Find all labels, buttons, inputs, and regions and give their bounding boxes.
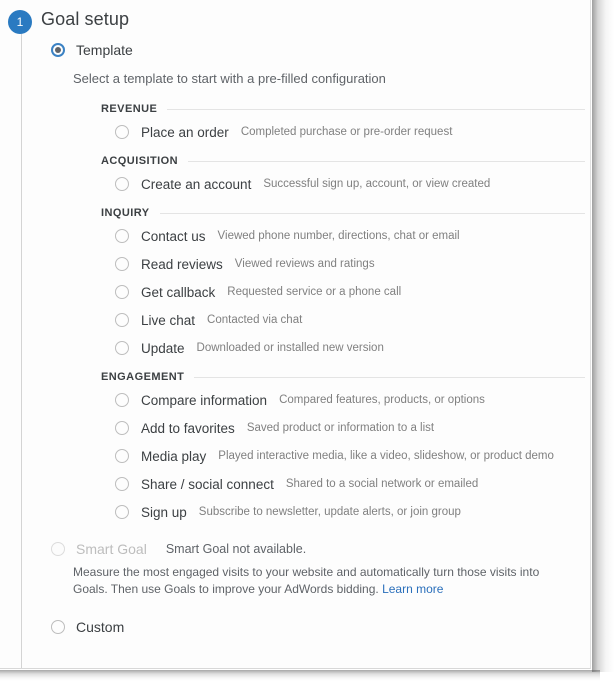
template-option-description: Successful sign up, account, or view cre… <box>263 178 491 190</box>
radio-template-option-icon[interactable] <box>115 421 129 435</box>
radio-template-option-icon[interactable] <box>115 229 129 243</box>
template-option-label: Compare information <box>141 392 268 408</box>
template-option-description: Shared to a social network or emailed <box>285 478 479 490</box>
template-option-row[interactable]: Add to favorites Saved product or informa… <box>101 414 585 442</box>
option-template-label: Template <box>76 42 133 58</box>
option-smart-goal: Smart Goal Smart Goal not available. <box>0 541 590 557</box>
section-divider <box>188 160 585 162</box>
template-option-label: Live chat <box>141 312 196 328</box>
template-option-label: Update <box>141 340 185 356</box>
smart-goal-description: Measure the most engaged visits to your … <box>0 564 590 598</box>
template-option-label: Sign up <box>141 504 187 520</box>
template-option-row[interactable]: Compare information Compared features, pr… <box>101 386 585 414</box>
template-option-label: Share / social connect <box>141 476 274 492</box>
template-group-name: ACQUISITION <box>101 155 179 167</box>
radio-template-option-icon[interactable] <box>115 393 129 407</box>
template-option-label: Media play <box>141 448 207 464</box>
radio-template-option-icon[interactable] <box>115 257 129 271</box>
goal-setup-screen: 1 Goal setup Template Select a template … <box>0 0 615 681</box>
template-option-row[interactable]: Place an order Completed purchase or pre-… <box>101 118 585 146</box>
custom-option-block: Custom <box>0 619 590 635</box>
template-group-header: REVENUE <box>101 100 585 118</box>
template-group-header: ENGAGEMENT <box>101 368 585 386</box>
template-option-row[interactable]: Get callback Requested service or a phone… <box>101 278 585 306</box>
template-option-row[interactable]: Media play Played interactive media, like… <box>101 442 585 470</box>
template-option-description: Compared features, products, or options <box>279 394 485 406</box>
template-option-label: Place an order <box>141 124 229 140</box>
template-option-row[interactable]: Sign up Subscribe to newsletter, update a… <box>101 498 585 526</box>
template-option-label: Create an account <box>141 176 252 192</box>
radio-template-option-icon[interactable] <box>115 125 129 139</box>
template-option-label: Add to favorites <box>141 420 235 436</box>
option-custom[interactable]: Custom <box>0 619 590 635</box>
section-divider <box>194 376 585 378</box>
template-option-row[interactable]: Contact us Viewed phone number, direction… <box>101 222 585 250</box>
template-option-label: Get callback <box>141 284 216 300</box>
template-option-row[interactable]: Share / social connect Shared to a social… <box>101 470 585 498</box>
template-option-description: Viewed phone number, directions, chat or… <box>217 230 460 242</box>
template-option-row[interactable]: Read reviews Viewed reviews and ratings <box>101 250 585 278</box>
section-divider <box>159 212 585 214</box>
goal-setup-card: 1 Goal setup Template Select a template … <box>0 0 591 669</box>
template-group-name: REVENUE <box>101 103 158 115</box>
template-option-description: Subscribe to newsletter, update alerts, … <box>198 506 461 518</box>
goal-setup-body: Template Select a template to start with… <box>0 42 590 635</box>
template-option-label: Contact us <box>141 228 206 244</box>
radio-template-option-icon[interactable] <box>115 285 129 299</box>
section-divider <box>167 108 585 110</box>
template-group: INQUIRY Contact us Viewed phone number, di… <box>101 204 585 362</box>
template-option-description: Completed purchase or pre-order request <box>240 126 453 138</box>
template-option-description: Downloaded or installed new version <box>196 342 384 354</box>
template-group: REVENUE Place an order Completed purchase … <box>101 100 585 146</box>
smart-goal-block: Smart Goal Smart Goal not available. Mea… <box>0 541 590 598</box>
template-option-row[interactable]: Update Downloaded or installed new versio… <box>101 334 585 362</box>
template-group-name: ENGAGEMENT <box>101 371 185 383</box>
template-option-description: Requested service or a phone call <box>227 286 402 298</box>
option-template[interactable]: Template <box>0 42 590 58</box>
page-title: Goal setup <box>41 9 130 29</box>
template-option-description: Played interactive media, like a video, … <box>218 450 554 462</box>
smart-goal-status-text: Smart Goal not available. <box>165 542 307 556</box>
template-group-name: INQUIRY <box>101 207 150 219</box>
template-group-list: REVENUE Place an order Completed purchase … <box>0 100 590 526</box>
template-helper-text: Select a template to start with a pre-fi… <box>73 71 386 86</box>
panel-right-shadow <box>592 0 615 672</box>
radio-template-icon[interactable] <box>51 43 65 57</box>
radio-template-option-icon[interactable] <box>115 313 129 327</box>
template-option-description: Saved product or information to a list <box>246 422 435 434</box>
template-option-row[interactable]: Live chat Contacted via chat <box>101 306 585 334</box>
template-group: ACQUISITION Create an account Successful s… <box>101 152 585 198</box>
radio-template-option-icon[interactable] <box>115 341 129 355</box>
radio-template-option-icon[interactable] <box>115 449 129 463</box>
template-option-row[interactable]: Create an account Successful sign up, acc… <box>101 170 585 198</box>
radio-custom-icon[interactable] <box>51 620 65 634</box>
template-group-header: ACQUISITION <box>101 152 585 170</box>
learn-more-link[interactable]: Learn more <box>382 582 443 596</box>
step-number-badge: 1 <box>8 10 32 34</box>
template-option-label: Read reviews <box>141 256 223 272</box>
panel-bottom-shadow <box>0 670 600 681</box>
radio-smart-goal-icon <box>51 542 65 556</box>
template-group: ENGAGEMENT Compare information Compared fe… <box>101 368 585 526</box>
radio-template-option-icon[interactable] <box>115 505 129 519</box>
template-option-description: Contacted via chat <box>207 314 303 326</box>
template-option-description: Viewed reviews and ratings <box>234 258 375 270</box>
option-custom-label: Custom <box>76 619 125 635</box>
radio-template-option-icon[interactable] <box>115 177 129 191</box>
option-smart-goal-label: Smart Goal <box>76 541 147 557</box>
smart-goal-description-text: Measure the most engaged visits to your … <box>73 565 540 596</box>
step-connector-rail <box>21 32 22 668</box>
template-group-header: INQUIRY <box>101 204 585 222</box>
radio-template-option-icon[interactable] <box>115 477 129 491</box>
